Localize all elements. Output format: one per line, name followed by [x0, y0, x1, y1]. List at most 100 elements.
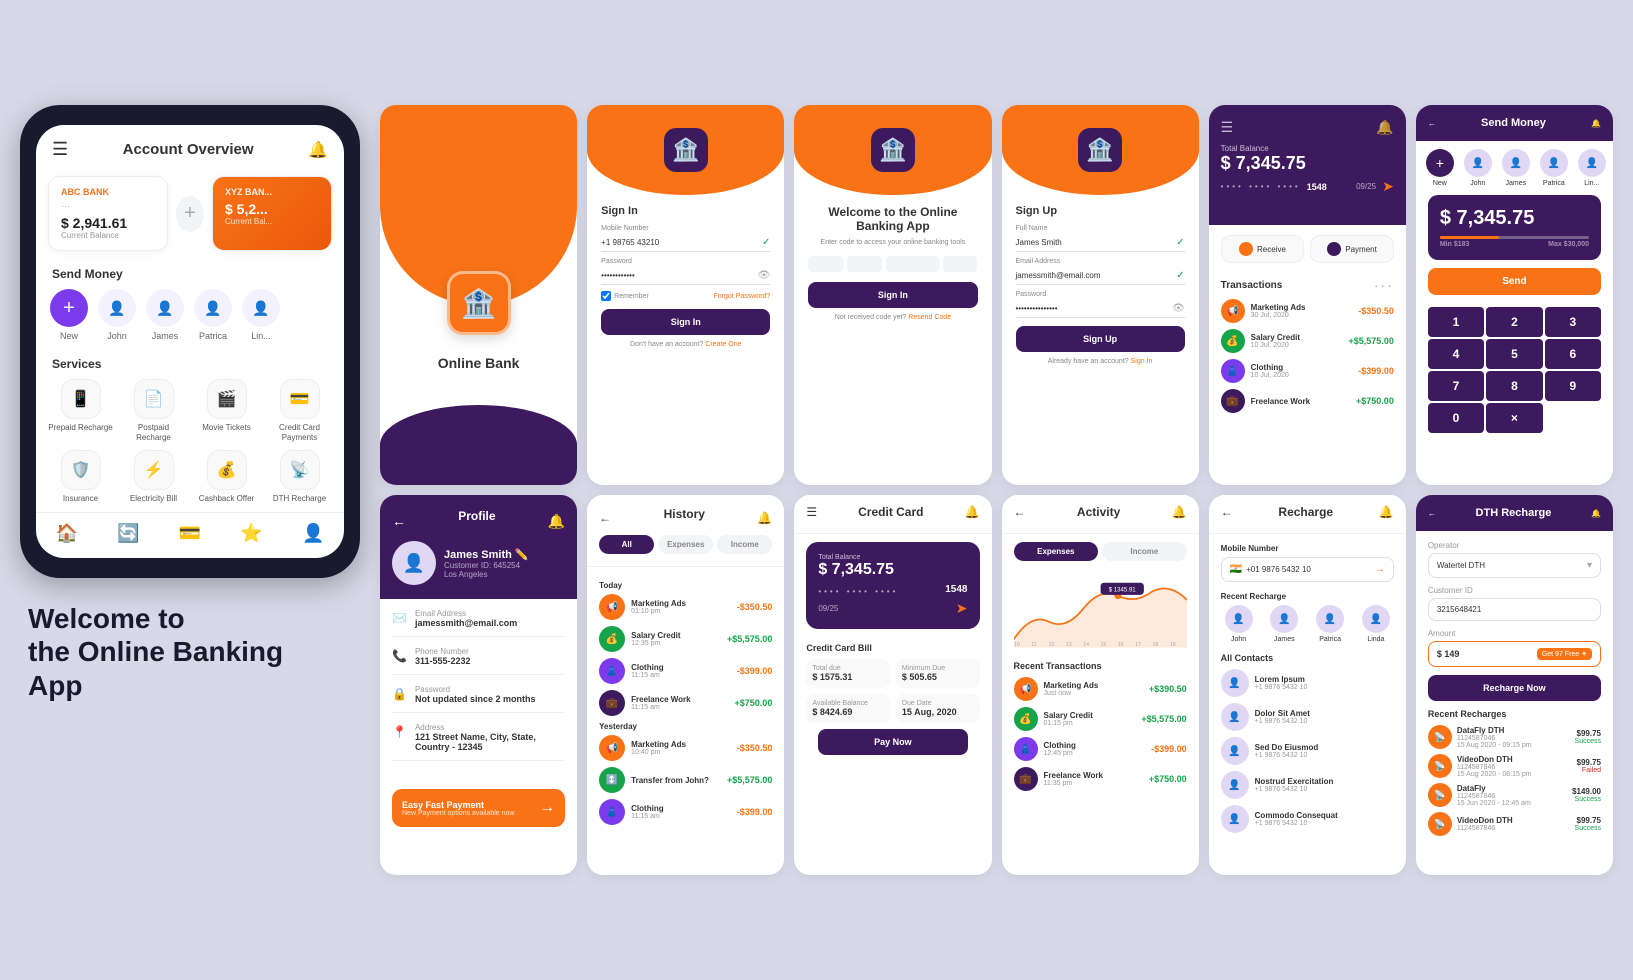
service-movies[interactable]: 🎬 Movie Tickets — [194, 379, 259, 442]
otp-1[interactable] — [808, 256, 843, 272]
bell-icon-dash[interactable]: 🔔 — [1376, 119, 1393, 136]
key-delete[interactable]: × — [1486, 403, 1542, 433]
email-input[interactable]: jamessmith@email.com ✓ — [1016, 267, 1185, 285]
key-9[interactable]: 9 — [1545, 371, 1601, 401]
amount-slider[interactable] — [1440, 236, 1589, 239]
rch-patrica[interactable]: 👤 Patrica — [1316, 605, 1344, 643]
new-contact-btn[interactable]: + — [50, 289, 88, 327]
bell-icon-sm[interactable]: 🔔 — [1591, 119, 1601, 128]
rch-john[interactable]: 👤 John — [1225, 605, 1253, 643]
abc-bank-card[interactable]: ABC BANK ··· $ 2,941.61 Current Balance — [48, 176, 168, 251]
nav-profile[interactable]: 👤 — [302, 523, 324, 544]
bell-icon-act[interactable]: 🔔 — [1172, 505, 1187, 519]
address-label-p: Address — [415, 723, 565, 732]
back-icon-dth[interactable]: ← — [1428, 509, 1436, 518]
dolor-phone: +1 9876 5432 10 — [1255, 718, 1394, 725]
signup-btn[interactable]: Sign Up — [1016, 326, 1185, 352]
act-tab-income[interactable]: Income — [1102, 542, 1187, 561]
signup-password-input[interactable]: ••••••••••••••• 👁 — [1016, 300, 1185, 318]
nav-home[interactable]: 🏠 — [56, 523, 78, 544]
mobile-input-rch[interactable]: 🇮🇳 +01 9876 5432 10 → — [1221, 557, 1394, 582]
contact-new[interactable]: + New — [50, 289, 88, 341]
nav-favorites[interactable]: ⭐ — [240, 523, 262, 544]
contact-patrica[interactable]: 👤 Patrica — [194, 289, 232, 341]
promo-banner[interactable]: Easy Fast Payment New Payment options av… — [392, 789, 565, 827]
key-3[interactable]: 3 — [1545, 307, 1601, 337]
key-0[interactable]: 0 — [1428, 403, 1484, 433]
bell-icon-dth[interactable]: 🔔 — [1591, 509, 1601, 518]
contact-lin[interactable]: 👤 Lin... — [242, 289, 280, 341]
service-cashback[interactable]: 💰 Cashback Offer — [194, 450, 259, 504]
back-icon-rch[interactable]: ← — [1221, 505, 1233, 519]
payment-btn[interactable]: Payment — [1310, 235, 1394, 263]
bell-icon-profile[interactable]: 🔔 — [548, 513, 565, 530]
key-8[interactable]: 8 — [1486, 371, 1542, 401]
key-5[interactable]: 5 — [1486, 339, 1542, 369]
sm-james[interactable]: 👤 James — [1502, 149, 1530, 187]
nostrud-phone: +1 9876 5432 10 — [1255, 786, 1394, 793]
key-7[interactable]: 7 — [1428, 371, 1484, 401]
back-icon-profile[interactable]: ← — [392, 513, 406, 529]
nav-card[interactable]: 💳 — [179, 523, 201, 544]
recent-rch-title: Recent Recharges — [1428, 709, 1601, 719]
otp-3[interactable] — [886, 256, 938, 272]
remember-checkbox[interactable]: Remember — [601, 291, 649, 301]
otp-4[interactable] — [943, 256, 978, 272]
service-dth[interactable]: 📡 DTH Recharge — [267, 450, 332, 504]
service-postpaid[interactable]: 📄 Postpaid Recharge — [121, 379, 186, 442]
customer-id-input[interactable]: 3215648421 — [1428, 598, 1601, 621]
key-6[interactable]: 6 — [1545, 339, 1601, 369]
abc-label: Current Balance — [61, 231, 155, 240]
xyz-bank-card[interactable]: XYZ BAN... $ 5,2... Current Bal... — [212, 176, 332, 251]
mobile-input[interactable]: +1 98765 43210 ✓ — [601, 234, 770, 252]
signin-btn[interactable]: Sign In — [601, 309, 770, 335]
hamburger-icon[interactable]: ☰ — [52, 139, 68, 160]
recharge-now-btn[interactable]: Recharge Now — [1428, 675, 1601, 701]
key-2[interactable]: 2 — [1486, 307, 1542, 337]
nav-transfer[interactable]: 🔄 — [117, 523, 139, 544]
cc-bill: Credit Card Bill Total due $ 1575.31 Min… — [794, 637, 991, 761]
add-account-btn[interactable]: + — [176, 196, 204, 232]
act-tab-expenses[interactable]: Expenses — [1014, 542, 1099, 561]
otp-2[interactable] — [847, 256, 882, 272]
rch-james[interactable]: 👤 James — [1270, 605, 1298, 643]
contact-james[interactable]: 👤 James — [146, 289, 184, 341]
sm-lin[interactable]: 👤 Lin... — [1578, 149, 1606, 187]
tab-expenses[interactable]: Expenses — [658, 535, 713, 554]
bell-icon[interactable]: 🔔 — [308, 140, 328, 160]
contact-john[interactable]: 👤 John — [98, 289, 136, 341]
back-icon-act[interactable]: ← — [1014, 505, 1026, 519]
go-signin-link[interactable]: Sign In — [1131, 358, 1153, 365]
password-input[interactable]: •••••••••••• 👁 — [601, 267, 770, 285]
tab-income[interactable]: Income — [717, 535, 772, 554]
more-icon[interactable]: ··· — [1374, 277, 1394, 293]
sm-john[interactable]: 👤 John — [1464, 149, 1492, 187]
resend-link[interactable]: Resend Code — [908, 314, 951, 321]
forgot-password-link[interactable]: Forgot Password? — [714, 293, 771, 300]
operator-select[interactable]: Watertel DTH ▾ — [1428, 553, 1601, 578]
pay-btn[interactable]: Pay Now — [818, 729, 967, 755]
tab-all[interactable]: All — [599, 535, 654, 554]
rch-linda[interactable]: 👤 Linda — [1362, 605, 1390, 643]
bell-icon-history[interactable]: 🔔 — [757, 511, 772, 525]
service-credit-card[interactable]: 💳 Credit Card Payments — [267, 379, 332, 442]
back-icon-sm[interactable]: ← — [1428, 119, 1436, 128]
back-icon-history[interactable]: ← — [599, 511, 611, 525]
menu-icon-cc[interactable]: ☰ — [806, 505, 817, 519]
send-btn[interactable]: Send — [1428, 268, 1601, 295]
key-1[interactable]: 1 — [1428, 307, 1484, 337]
key-4[interactable]: 4 — [1428, 339, 1484, 369]
payment-dot — [1327, 242, 1341, 256]
service-prepaid[interactable]: 📱 Prepaid Recharge — [48, 379, 113, 442]
fullname-input[interactable]: James Smith ✓ — [1016, 234, 1185, 252]
bell-icon-rch[interactable]: 🔔 — [1379, 505, 1394, 519]
sm-patrica[interactable]: 👤 Patrica — [1540, 149, 1568, 187]
service-insurance[interactable]: 🛡️ Insurance — [48, 450, 113, 504]
service-electricity[interactable]: ⚡ Electricity Bill — [121, 450, 186, 504]
menu-icon[interactable]: ☰ — [1221, 119, 1234, 136]
receive-btn[interactable]: Receive — [1221, 235, 1305, 263]
sm-new[interactable]: + New — [1426, 149, 1454, 187]
create-account-link[interactable]: Create One — [705, 341, 741, 348]
welcome-signin-btn[interactable]: Sign In — [808, 282, 977, 308]
bell-icon-cc[interactable]: 🔔 — [965, 505, 980, 519]
